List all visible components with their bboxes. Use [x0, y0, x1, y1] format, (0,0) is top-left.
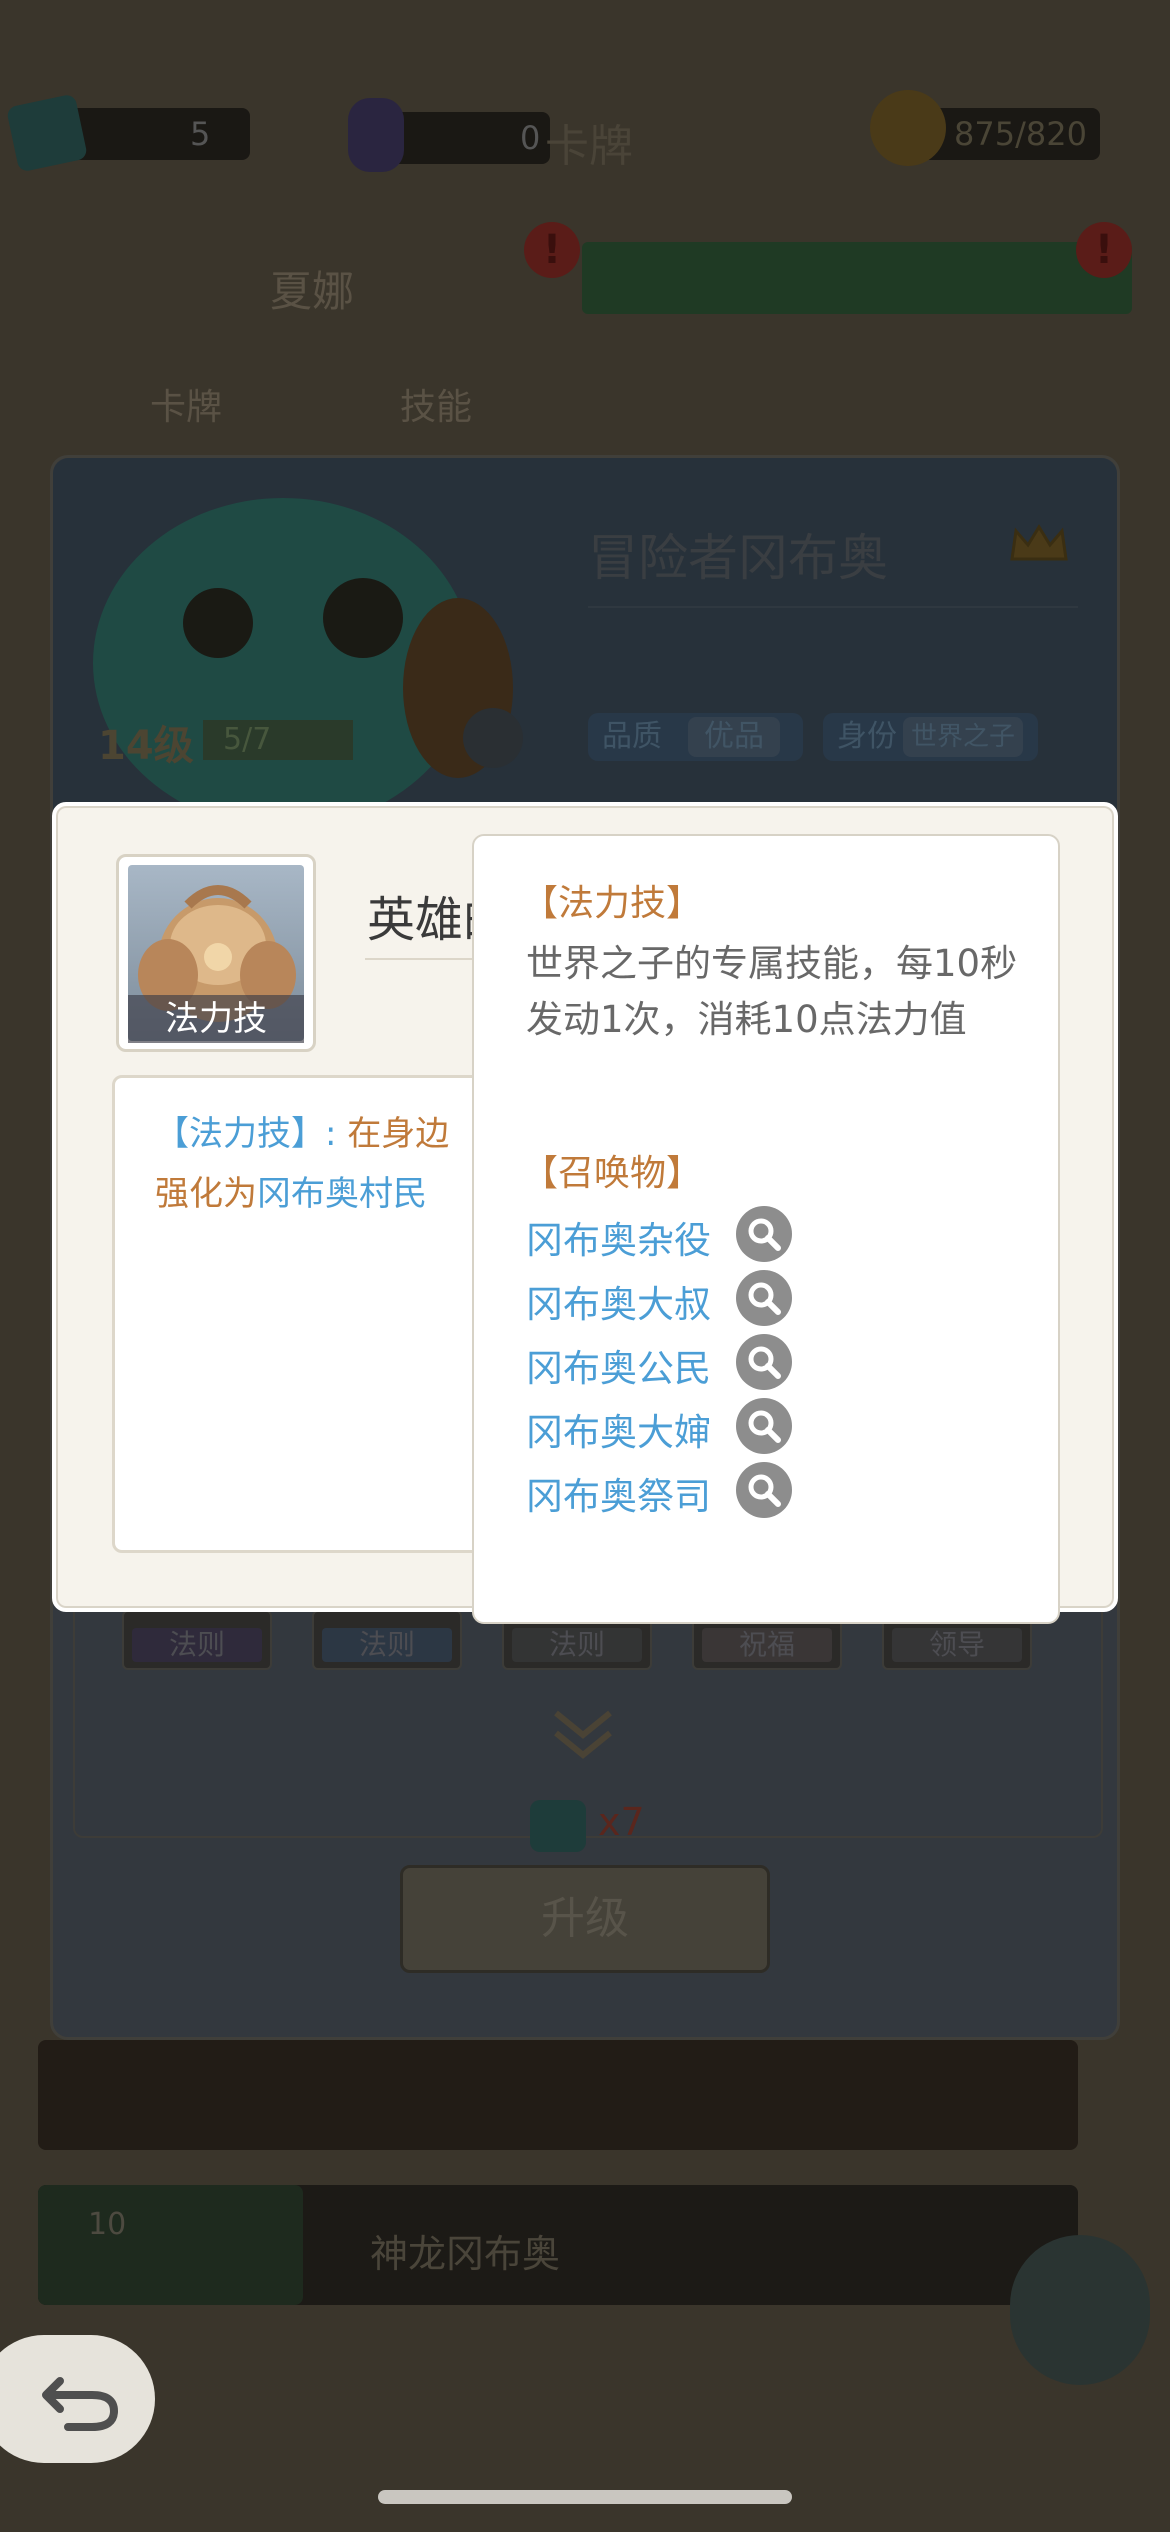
title-divider	[588, 606, 1078, 608]
list-row-2-thumb	[38, 2185, 303, 2305]
back-button[interactable]	[0, 2335, 155, 2463]
energy-icon	[870, 90, 946, 166]
sub-tab-cards[interactable]: 卡牌	[150, 378, 222, 430]
card-header: 14级 5/7 冒险者冈布奥 品质 优品 身份 世界之子	[53, 458, 1117, 818]
back-arrow-icon	[42, 2377, 119, 2431]
list-row-2-level: 10	[88, 2207, 127, 2242]
desc-text-1: 在身边	[347, 1114, 450, 1154]
chevron-down-icon[interactable]	[548, 1705, 618, 1765]
tag-1: 法则	[122, 1610, 272, 1670]
book-icon	[5, 93, 89, 173]
gem-count: 0	[520, 119, 541, 157]
book-count: 5	[190, 115, 211, 153]
list-row-1[interactable]	[38, 2040, 1078, 2150]
skill-icon: 法力技	[116, 854, 316, 1052]
green-tab[interactable]	[582, 242, 1132, 314]
identity-pill: 身份 世界之子	[823, 713, 1038, 761]
skill-tooltip: 【法力技】 世界之子的专属技能，每10秒发动1次，消耗10点法力值 【召唤物】 …	[472, 834, 1060, 1624]
summon-2-search-icon[interactable]	[736, 1270, 792, 1326]
tooltip-section2-title: 【召唤物】	[522, 1153, 703, 1194]
alert-badge-right: !	[1076, 222, 1132, 278]
sub-tab-skills[interactable]: 技能	[400, 378, 472, 430]
summon-1-search-icon[interactable]	[736, 1206, 792, 1262]
book-counter: 5	[60, 108, 250, 160]
energy-value: 875/820	[954, 115, 1087, 153]
card-title: 冒险者冈布奥	[588, 529, 888, 587]
summon-3-search-icon[interactable]	[736, 1334, 792, 1390]
crown-icon	[1010, 524, 1068, 561]
quality-pill: 品质 优品	[588, 713, 803, 761]
summon-item-3[interactable]: 冈布奥公民	[526, 1338, 711, 1392]
cost-book-icon	[530, 1800, 586, 1852]
tooltip-section1-body: 世界之子的专属技能，每10秒发动1次，消耗10点法力值	[526, 942, 1018, 1041]
desc-line-2: 强化为冈布奥村民	[155, 1166, 427, 1215]
skill-icon-label: 法力技	[128, 995, 304, 1043]
mascot-eye-right	[323, 578, 403, 658]
desc-line-1: 【法力技】: 在身边	[155, 1106, 449, 1155]
summon-item-2[interactable]: 冈布奥大叔	[526, 1274, 711, 1328]
list-row-2-name: 神龙冈布奥	[370, 2232, 561, 2276]
mascot-eye-left	[183, 588, 253, 658]
skill-description-box: 【法力技】: 在身边 强化为冈布奥村民	[112, 1075, 532, 1553]
desc-link[interactable]: 冈布奥村民	[257, 1174, 427, 1214]
identity-label: 身份	[837, 719, 897, 754]
tooltip-section1-title: 【法力技】	[522, 883, 703, 924]
quality-value: 优品	[688, 717, 780, 757]
identity-value: 世界之子	[903, 717, 1024, 757]
summon-item-1[interactable]: 冈布奥杂役	[526, 1210, 711, 1264]
desc-text-2: 强化为	[155, 1174, 257, 1214]
card-progress: 5/7	[203, 720, 353, 760]
hero-name-tab[interactable]: 夏娜	[270, 258, 354, 319]
card-level: 14级	[98, 723, 194, 769]
summon-5-search-icon[interactable]	[736, 1462, 792, 1518]
tag-2: 法则	[312, 1610, 462, 1670]
card-book-button[interactable]	[1010, 2235, 1150, 2385]
home-indicator[interactable]	[378, 2490, 792, 2504]
quality-label: 品质	[602, 719, 662, 754]
gem-icon	[348, 98, 404, 172]
list-row-2[interactable]: 10 神龙冈布奥	[38, 2185, 1078, 2305]
cards-label: 卡牌	[545, 121, 633, 172]
upgrade-cost: x7	[598, 1800, 645, 1844]
desc-prefix: 【法力技】:	[155, 1114, 337, 1154]
summon-item-5[interactable]: 冈布奥祭司	[526, 1466, 711, 1520]
skill-name-divider	[365, 958, 485, 960]
mascot-zoom-icon[interactable]	[463, 708, 523, 768]
summon-4-search-icon[interactable]	[736, 1398, 792, 1454]
summon-item-4[interactable]: 冈布奥大婶	[526, 1402, 711, 1456]
alert-badge-left: !	[524, 222, 580, 278]
upgrade-button[interactable]: 升级	[400, 1865, 770, 1973]
